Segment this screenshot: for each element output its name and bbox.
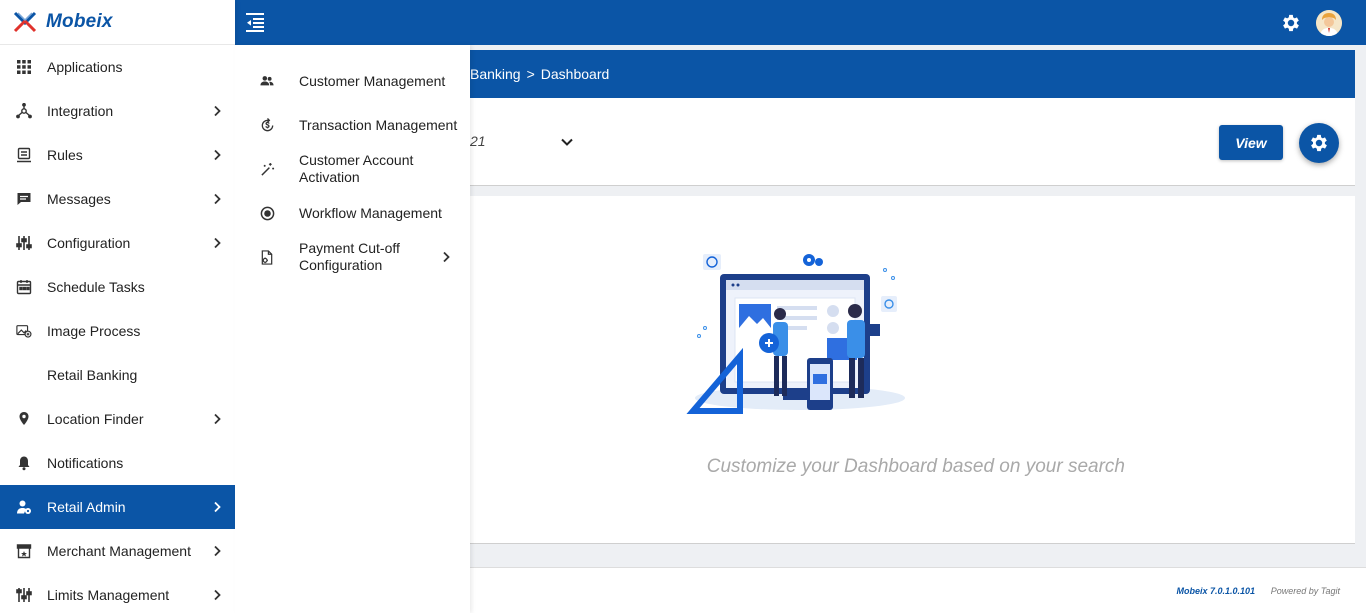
sidebar: Mobeix Applications Integration Rules Me… xyxy=(0,0,235,613)
breadcrumb: Banking > Dashboard xyxy=(470,50,1355,98)
sidebar-item-schedule-tasks[interactable]: Schedule Tasks xyxy=(0,265,235,309)
calendar-icon xyxy=(16,279,32,295)
sidebar-item-limits-management[interactable]: Limits Management xyxy=(0,573,235,613)
filter-card: 21 View xyxy=(470,98,1355,186)
rules-icon xyxy=(16,147,32,163)
brand[interactable]: Mobeix xyxy=(0,0,235,45)
chevron-right-icon xyxy=(214,149,221,161)
sidebar-item-label: Rules xyxy=(47,147,83,163)
submenu-item-transaction-management[interactable]: Transaction Management xyxy=(235,109,470,141)
sidebar-item-label: Limits Management xyxy=(47,587,170,603)
chevron-right-icon xyxy=(214,193,221,205)
chevron-down-icon[interactable] xyxy=(560,135,574,149)
sidebar-item-rules[interactable]: Rules xyxy=(0,133,235,177)
sidebar-item-label: Messages xyxy=(47,191,111,207)
gear-icon xyxy=(1311,134,1327,152)
footer: Mobeix 7.0.1.0.101 Powered by Tagit xyxy=(470,567,1366,613)
sidebar-item-retail-banking[interactable]: Retail Banking xyxy=(0,353,235,397)
sidebar-item-label: Retail Admin xyxy=(47,499,126,515)
submenu-item-label: Payment Cut-off Configuration xyxy=(299,240,400,273)
chevron-right-icon xyxy=(214,105,221,117)
user-avatar[interactable] xyxy=(1316,10,1342,36)
sidebar-item-location-finder[interactable]: Location Finder xyxy=(0,397,235,441)
submenu-item-label: Workflow Management xyxy=(299,204,442,221)
people-icon xyxy=(259,73,275,89)
submenu-item-customer-account-activation[interactable]: Customer Account Activation xyxy=(235,152,470,186)
user-admin-icon xyxy=(16,499,32,515)
sidebar-item-image-process[interactable]: Image Process xyxy=(0,309,235,353)
submenu-item-label: Transaction Management xyxy=(299,116,458,133)
menu-collapse-icon[interactable] xyxy=(245,12,265,32)
dashboard-content-card: Customize your Dashboard based on your s… xyxy=(470,196,1355,544)
magic-wand-icon xyxy=(259,161,275,177)
mobeix-logo-icon xyxy=(13,11,37,33)
sidebar-item-integration[interactable]: Integration xyxy=(0,89,235,133)
chevron-right-icon xyxy=(214,501,221,513)
sidebar-nav: Applications Integration Rules Messages xyxy=(0,45,235,613)
chevron-right-icon xyxy=(443,251,450,263)
integration-icon xyxy=(16,103,32,119)
breadcrumb-item-banking[interactable]: Banking xyxy=(470,66,521,82)
money-transfer-icon xyxy=(259,117,275,133)
sidebar-item-label: Location Finder xyxy=(47,411,144,427)
message-icon xyxy=(16,191,32,207)
sidebar-item-label: Notifications xyxy=(47,455,124,471)
submenu-item-payment-cutoff-configuration[interactable]: Payment Cut-off Configuration xyxy=(235,240,470,274)
date-select-value[interactable]: 21 xyxy=(470,133,486,149)
sidebar-item-label: Retail Banking xyxy=(47,367,138,383)
store-icon xyxy=(16,543,32,559)
sidebar-item-label: Image Process xyxy=(47,323,141,339)
chevron-right-icon xyxy=(214,413,221,425)
sliders-icon xyxy=(16,587,32,603)
submenu-item-label: Customer Account Activation xyxy=(299,152,414,185)
dashboard-settings-button[interactable] xyxy=(1299,123,1339,163)
empty-state-message: Customize your Dashboard based on your s… xyxy=(706,456,1125,477)
grid-icon xyxy=(16,59,32,75)
sidebar-item-retail-admin[interactable]: Retail Admin xyxy=(0,485,235,529)
footer-powered-by: Powered by Tagit xyxy=(1270,586,1340,596)
sidebar-item-label: Configuration xyxy=(47,235,131,251)
sidebar-item-label: Schedule Tasks xyxy=(47,279,145,295)
footer-version: Mobeix 7.0.1.0.101 xyxy=(1176,586,1255,596)
submenu-item-workflow-management[interactable]: Workflow Management xyxy=(235,197,470,229)
retail-admin-submenu: Customer Management Transaction Manageme… xyxy=(235,45,470,613)
view-button[interactable]: View xyxy=(1219,125,1283,160)
dashboard-illustration xyxy=(686,254,905,414)
sidebar-item-configuration[interactable]: Configuration xyxy=(0,221,235,265)
breadcrumb-item-dashboard: Dashboard xyxy=(540,66,610,82)
sidebar-item-messages[interactable]: Messages xyxy=(0,177,235,221)
chevron-right-icon xyxy=(214,237,221,249)
chevron-right-icon xyxy=(214,589,221,601)
sidebar-item-applications[interactable]: Applications xyxy=(0,45,235,89)
sidebar-item-merchant-management[interactable]: Merchant Management xyxy=(0,529,235,573)
bell-icon xyxy=(16,455,32,471)
file-settings-icon xyxy=(259,249,275,265)
image-process-icon xyxy=(16,323,32,339)
breadcrumb-separator: > xyxy=(526,66,535,82)
workflow-icon xyxy=(259,205,275,221)
sidebar-item-label: Merchant Management xyxy=(47,543,191,559)
chevron-right-icon xyxy=(214,545,221,557)
location-pin-icon xyxy=(16,411,32,427)
settings-gear-icon[interactable] xyxy=(1280,12,1302,34)
sidebar-item-notifications[interactable]: Notifications xyxy=(0,441,235,485)
sidebar-item-label: Applications xyxy=(47,59,123,75)
submenu-item-customer-management[interactable]: Customer Management xyxy=(235,65,470,97)
submenu-item-label: Customer Management xyxy=(299,72,446,89)
sidebar-item-label: Integration xyxy=(47,103,114,119)
top-bar xyxy=(235,0,1366,45)
sliders-icon xyxy=(16,235,32,251)
brand-name: Mobeix xyxy=(46,11,113,32)
